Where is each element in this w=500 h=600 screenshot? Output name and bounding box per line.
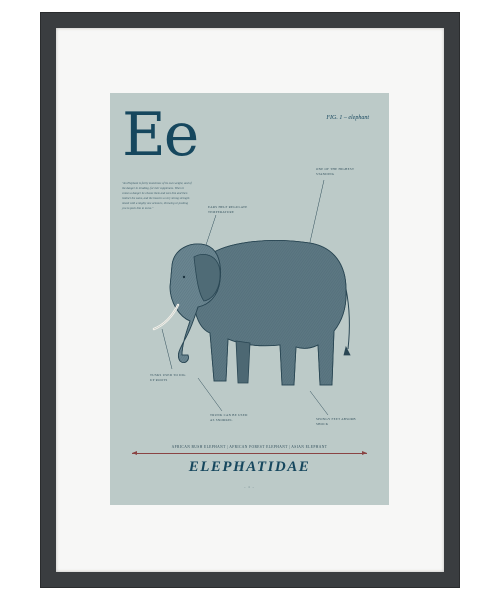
species-list: AFRICAN BUSH ELEPHANT | AFRICAN FOREST E… bbox=[171, 445, 328, 449]
elephant-print: Ee FIG. 1 – elephant "An Elephant is fai… bbox=[110, 93, 389, 505]
ear-note-leader bbox=[205, 214, 217, 246]
ear-note: EARS HELP REGULATE TEMPERATURE bbox=[208, 205, 248, 214]
trunk-note: TRUNK CAN BE USED AS SNORKEL bbox=[210, 413, 248, 422]
tusk-note: TUSKS USED TO DIG UP ROOTS bbox=[150, 373, 186, 382]
trunk-note-leader bbox=[197, 377, 223, 412]
tusk bbox=[152, 303, 180, 331]
back-note: ONE OF THE HIGHEST STANDING bbox=[316, 167, 355, 176]
back-note-leader bbox=[307, 179, 325, 252]
elephant bbox=[169, 240, 351, 386]
title-rule bbox=[132, 453, 367, 454]
feet-note: SPONGY FEET ABSORB SHOCK bbox=[316, 417, 356, 426]
feet-note-leader bbox=[309, 390, 329, 416]
page-mark: – 1 – bbox=[244, 485, 255, 489]
family-title: ELEPHATIDAE bbox=[188, 459, 311, 475]
elephant-illustration bbox=[132, 179, 367, 455]
tusk-note-leader bbox=[161, 328, 173, 370]
